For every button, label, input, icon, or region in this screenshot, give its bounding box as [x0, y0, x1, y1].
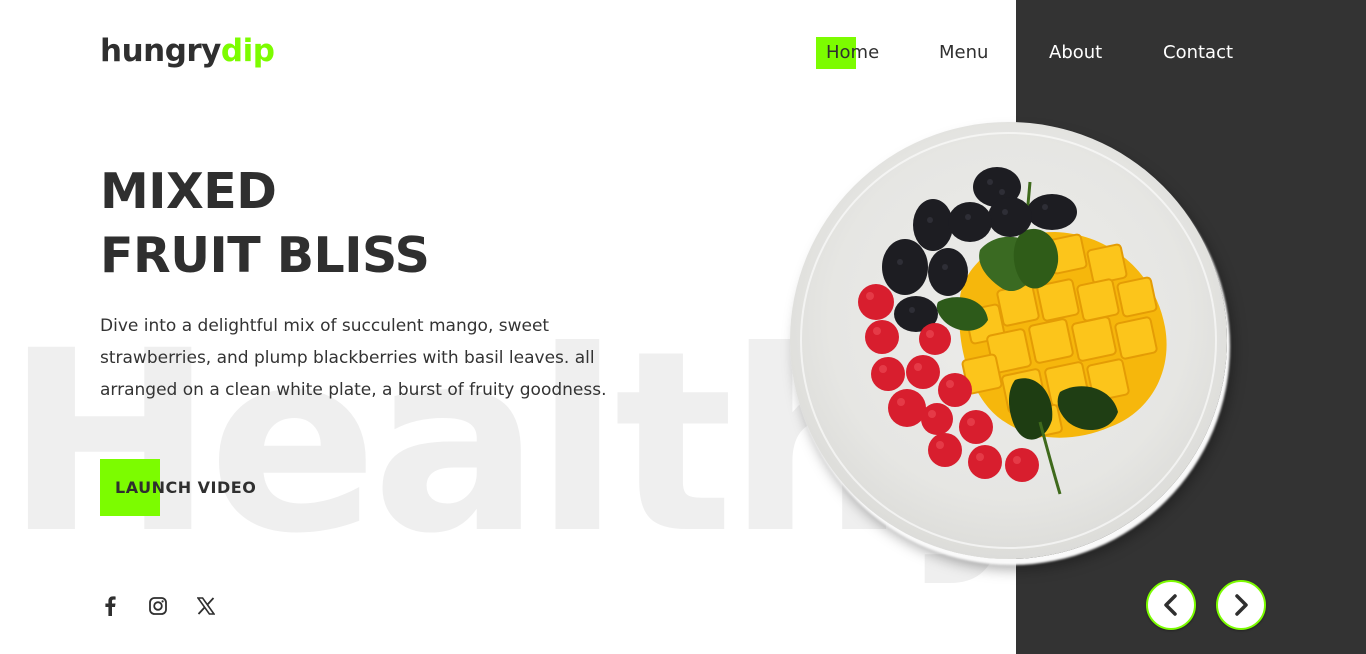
hero-title-line-2: FRUIT BLISS	[100, 227, 430, 284]
nav-item-contact[interactable]: Contact	[1163, 40, 1233, 70]
chevron-left-icon	[1164, 594, 1177, 616]
facebook-icon[interactable]	[96, 592, 124, 620]
nav-item-home[interactable]: Home	[816, 37, 880, 70]
page: Healthy hungrydip Home Menu About Contac…	[0, 0, 1366, 654]
carousel-prev-button[interactable]	[1146, 580, 1196, 630]
launch-video-button[interactable]: LAUNCH VIDEO	[100, 459, 256, 516]
x-twitter-icon[interactable]	[192, 592, 220, 620]
dish-image	[790, 122, 1227, 559]
social-links	[96, 592, 220, 620]
launch-button-label: LAUNCH VIDEO	[115, 478, 257, 497]
nav-item-label: Home	[826, 42, 880, 63]
logo[interactable]: hungrydip	[100, 33, 275, 69]
logo-text-accent: dip	[220, 33, 275, 69]
hero-description: Dive into a delightful mix of succulent …	[100, 316, 607, 400]
carousel-next-button[interactable]	[1216, 580, 1266, 630]
chevron-right-icon	[1235, 594, 1248, 616]
fruit-illustration	[858, 167, 1167, 495]
nav-item-menu[interactable]: Menu	[939, 40, 988, 70]
nav-item-about[interactable]: About	[1049, 40, 1102, 70]
instagram-icon[interactable]	[144, 592, 172, 620]
logo-text-primary: hungry	[100, 33, 221, 69]
hero-title: MIXED FRUIT BLISS	[100, 160, 430, 288]
hero-title-line-1: MIXED	[100, 163, 277, 220]
